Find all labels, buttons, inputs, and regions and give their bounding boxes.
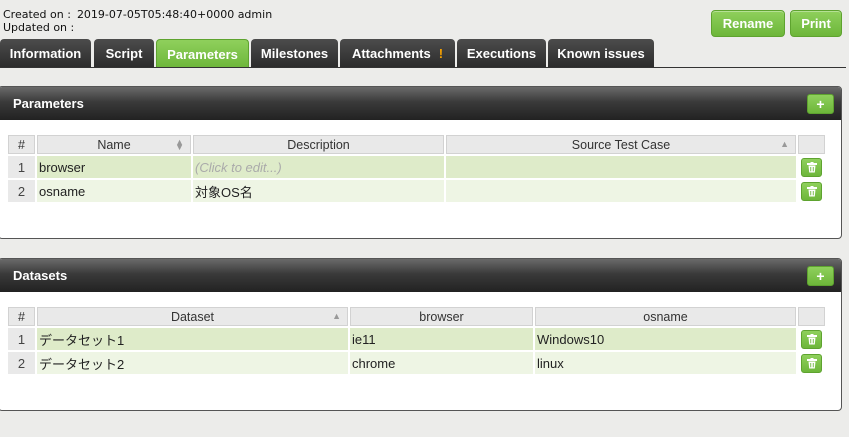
- row-actions: [798, 352, 825, 374]
- column-header-name[interactable]: Name ▲ ▼: [37, 135, 191, 154]
- dataset-browser[interactable]: ie11: [350, 328, 533, 350]
- datasets-table: # Dataset ▲ browser osname 1 データセット1 ie11…: [6, 305, 827, 376]
- parameters-panel-title: Parameters: [13, 96, 84, 111]
- sort-asc-icon: ▲: [780, 139, 789, 149]
- row-actions: [798, 156, 825, 178]
- sort-icon: ▲ ▼: [175, 137, 184, 152]
- row-index: 2: [8, 352, 35, 374]
- row-actions: [798, 328, 825, 350]
- row-index: 2: [8, 180, 35, 202]
- column-header-dataset[interactable]: Dataset ▲: [37, 307, 348, 326]
- parameter-source: [446, 156, 796, 178]
- dataset-osname[interactable]: linux: [535, 352, 796, 374]
- tab-executions[interactable]: Executions: [457, 39, 546, 68]
- trash-icon: [806, 357, 817, 368]
- table-row[interactable]: 2 データセット2 chrome linux: [8, 352, 825, 374]
- updated-on: Updated on :: [3, 21, 75, 34]
- parameters-table: # Name ▲ ▼ Description Source Test Case ▲ 1…: [6, 133, 827, 204]
- parameters-panel: Parameters + # Name ▲ ▼ Description Source…: [0, 86, 842, 239]
- table-row[interactable]: 1 データセット1 ie11 Windows10: [8, 328, 825, 350]
- trash-icon: [806, 333, 817, 344]
- table-row[interactable]: 2 osname 対象OS名: [8, 180, 825, 202]
- datasets-panel: Datasets + # Dataset ▲ browser osname 1 デ…: [0, 258, 842, 411]
- delete-button[interactable]: [801, 353, 822, 373]
- column-header-index: #: [8, 307, 35, 326]
- column-header-actions: [798, 307, 825, 326]
- parameter-description[interactable]: (Click to edit...): [193, 156, 444, 178]
- column-header-description: Description: [193, 135, 444, 154]
- dataset-name[interactable]: データセット2: [37, 352, 348, 374]
- add-parameter-button[interactable]: +: [807, 94, 834, 114]
- column-header-browser: browser: [350, 307, 533, 326]
- datasets-panel-header: Datasets +: [0, 259, 841, 292]
- print-button[interactable]: Print: [790, 10, 842, 37]
- parameter-source: [446, 180, 796, 202]
- tab-attachments[interactable]: Attachments!: [340, 39, 455, 68]
- tab-information[interactable]: Information: [0, 39, 91, 68]
- delete-button[interactable]: [801, 157, 822, 177]
- created-on-value: 2019-07-05T05:48:40+0000 admin: [76, 8, 273, 21]
- tab-known-issues[interactable]: Known issues: [548, 39, 654, 68]
- tab-milestones[interactable]: Milestones: [251, 39, 338, 68]
- parameters-panel-header: Parameters +: [0, 87, 841, 120]
- column-header-index: #: [8, 135, 35, 154]
- trash-icon: [806, 185, 817, 196]
- datasets-panel-title: Datasets: [13, 268, 68, 283]
- parameter-description[interactable]: 対象OS名: [193, 180, 444, 202]
- trash-icon: [806, 161, 817, 172]
- delete-button[interactable]: [801, 181, 822, 201]
- column-header-actions: [798, 135, 825, 154]
- row-index: 1: [8, 156, 35, 178]
- created-on: Created on :2019-07-05T05:48:40+0000 adm…: [3, 8, 273, 21]
- row-index: 1: [8, 328, 35, 350]
- audit-info: Created on :2019-07-05T05:48:40+0000 adm…: [3, 8, 272, 34]
- rename-button[interactable]: Rename: [711, 10, 785, 37]
- warning-badge: !: [438, 46, 444, 61]
- row-actions: [798, 180, 825, 202]
- sort-asc-icon: ▲: [332, 311, 341, 321]
- column-header-source-test-case[interactable]: Source Test Case ▲: [446, 135, 796, 154]
- dataset-browser[interactable]: chrome: [350, 352, 533, 374]
- dataset-osname[interactable]: Windows10: [535, 328, 796, 350]
- parameter-name[interactable]: osname: [37, 180, 191, 202]
- tab-divider: [0, 67, 846, 68]
- column-header-osname: osname: [535, 307, 796, 326]
- tab-parameters[interactable]: Parameters: [156, 39, 249, 68]
- delete-button[interactable]: [801, 329, 822, 349]
- dataset-name[interactable]: データセット1: [37, 328, 348, 350]
- table-row[interactable]: 1 browser (Click to edit...): [8, 156, 825, 178]
- add-dataset-button[interactable]: +: [807, 266, 834, 286]
- tab-script[interactable]: Script: [94, 39, 154, 68]
- parameter-name[interactable]: browser: [37, 156, 191, 178]
